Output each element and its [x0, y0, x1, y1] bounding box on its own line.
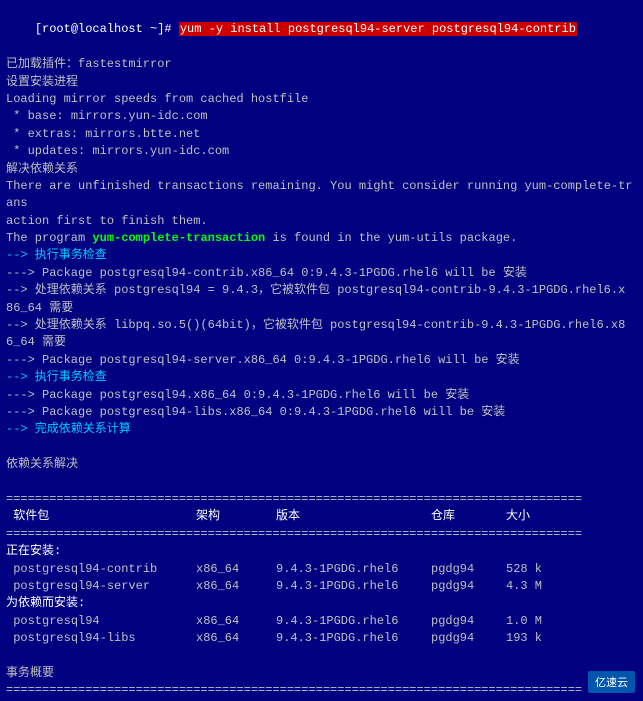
pkg-size: 1.0 M	[506, 613, 566, 630]
pkg-name: postgresql94	[6, 613, 196, 630]
prompt-text: [root@localhost ~]#	[35, 22, 179, 36]
col-version: 版本	[276, 508, 431, 525]
pkg-arch: x86_64	[196, 630, 276, 647]
output-line: There are unfinished transactions remain…	[6, 178, 637, 213]
output-line: --> 处理依赖关系 libpq.so.5()(64bit)，它被软件包 pos…	[6, 317, 637, 334]
section-label: 事务概要	[6, 665, 637, 682]
output-line: ---> Package postgresql94-server.x86_64 …	[6, 352, 637, 369]
watermark: 亿速云	[588, 671, 635, 693]
pkg-version: 9.4.3-1PGDG.rhel6	[276, 578, 431, 595]
pkg-name: postgresql94-server	[6, 578, 196, 595]
col-package: 软件包	[6, 508, 196, 525]
table-row: postgresql94-libs x86_64 9.4.3-1PGDG.rhe…	[6, 630, 637, 647]
table-row: postgresql94-server x86_64 9.4.3-1PGDG.r…	[6, 578, 637, 595]
blank-line	[6, 647, 637, 664]
output-line: * updates: mirrors.yun-idc.com	[6, 143, 637, 160]
pkg-repo: pgdg94	[431, 561, 506, 578]
output-line: ---> Package postgresql94-contrib.x86_64…	[6, 265, 637, 282]
output-line: ---> Package postgresql94.x86_64 0:9.4.3…	[6, 387, 637, 404]
output-line: 已加载插件：fastestmirror	[6, 56, 637, 73]
output-line: 设置安装进程	[6, 74, 637, 91]
output-line: * base: mirrors.yun-idc.com	[6, 108, 637, 125]
output-line: 86_64 需要	[6, 300, 637, 317]
output-line: 依赖关系解决	[6, 456, 637, 473]
pkg-arch: x86_64	[196, 561, 276, 578]
pkg-arch: x86_64	[196, 578, 276, 595]
table-header-row: 软件包 架构 版本 仓库 大小	[6, 508, 637, 525]
pkg-arch: x86_64	[196, 613, 276, 630]
pkg-version: 9.4.3-1PGDG.rhel6	[276, 561, 431, 578]
pkg-name: postgresql94-contrib	[6, 561, 196, 578]
pkg-version: 9.4.3-1PGDG.rhel6	[276, 613, 431, 630]
command-text: yum -y install postgresql94-server postg…	[179, 22, 577, 36]
col-repo: 仓库	[431, 508, 506, 525]
table-row: postgresql94 x86_64 9.4.3-1PGDG.rhel6 pg…	[6, 613, 637, 630]
output-line: 6_64 需要	[6, 334, 637, 351]
col-arch: 架构	[196, 508, 276, 525]
blank-line	[6, 474, 637, 491]
output-line: action first to finish them.	[6, 213, 637, 230]
pkg-size: 193 k	[506, 630, 566, 647]
output-line: * extras: mirrors.btte.net	[6, 126, 637, 143]
pkg-repo: pgdg94	[431, 578, 506, 595]
dep-install-label: 为依赖而安装:	[6, 595, 637, 612]
output-line: Loading mirror speeds from cached hostfi…	[6, 91, 637, 108]
pkg-repo: pgdg94	[431, 613, 506, 630]
col-size: 大小	[506, 508, 566, 525]
separator-line: ========================================…	[6, 491, 637, 508]
output-line: 解决依赖关系	[6, 161, 637, 178]
terminal-window: [root@localhost ~]# yum -y install postg…	[0, 0, 643, 701]
output-line: --> 处理依赖关系 postgresql94 = 9.4.3，它被软件包 po…	[6, 282, 637, 299]
command-line: [root@localhost ~]# yum -y install postg…	[6, 4, 637, 56]
output-line: --> 执行事务检查	[6, 247, 637, 264]
blank-line	[6, 439, 637, 456]
separator-line: ========================================…	[6, 682, 637, 699]
pkg-size: 4.3 M	[506, 578, 566, 595]
output-line: ---> Package postgresql94-libs.x86_64 0:…	[6, 404, 637, 421]
bold-text: yum-complete-transaction	[92, 231, 265, 245]
pkg-size: 528 k	[506, 561, 566, 578]
pkg-name: postgresql94-libs	[6, 630, 196, 647]
installing-label: 正在安装:	[6, 543, 637, 560]
pkg-repo: pgdg94	[431, 630, 506, 647]
separator-line: ========================================…	[6, 526, 637, 543]
pkg-version: 9.4.3-1PGDG.rhel6	[276, 630, 431, 647]
table-row: postgresql94-contrib x86_64 9.4.3-1PGDG.…	[6, 561, 637, 578]
output-line: --> 完成依赖关系计算	[6, 421, 637, 438]
output-line: --> 执行事务检查	[6, 369, 637, 386]
output-line: The program yum-complete-transaction is …	[6, 230, 637, 247]
